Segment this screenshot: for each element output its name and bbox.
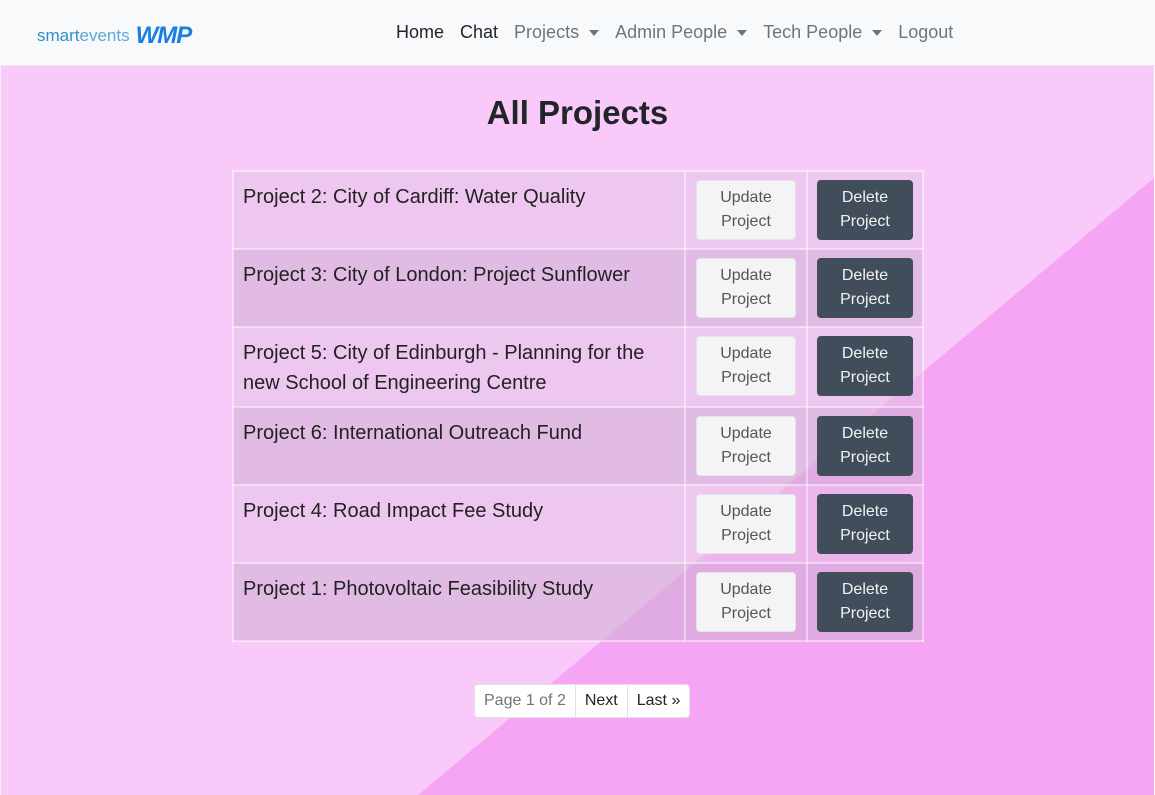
pagination-current: Page 1 of 2 bbox=[484, 692, 566, 709]
update-project-button[interactable]: Update Project bbox=[696, 494, 796, 554]
main-content: All Projects Project 2: City of Cardiff:… bbox=[0, 66, 1154, 795]
delete-project-button[interactable]: Delete Project bbox=[816, 494, 913, 554]
project-name: Project 5: City of Edinburgh - Planning … bbox=[243, 342, 645, 394]
brand-wmp: WMP bbox=[135, 22, 193, 49]
nav-admin-people-dropdown[interactable]: Admin People bbox=[607, 22, 755, 43]
top-navbar: smartevents WMP Home Chat Projects Admin … bbox=[0, 0, 1155, 66]
update-cell: Update Project bbox=[684, 248, 808, 328]
table-row: Project 6: International Outreach Fund Up… bbox=[231, 406, 925, 486]
chevron-down-icon bbox=[589, 29, 600, 36]
table-row: Project 2: City of Cardiff: Water Qualit… bbox=[231, 170, 925, 250]
project-name: Project 1: Photovoltaic Feasibility Stud… bbox=[243, 578, 594, 600]
table-row: Project 4: Road Impact Fee Study Update P… bbox=[231, 484, 925, 564]
nav-logout[interactable]: Logout bbox=[890, 22, 961, 43]
update-cell: Update Project bbox=[684, 170, 808, 250]
project-name-cell: Project 5: City of Edinburgh - Planning … bbox=[231, 326, 687, 408]
table-row: Project 1: Photovoltaic Feasibility Stud… bbox=[231, 562, 925, 642]
nav-menu: Home Chat Projects Admin People Tech Peo… bbox=[388, 22, 961, 43]
update-project-button[interactable]: Update Project bbox=[696, 416, 796, 476]
table-row: Project 3: City of London: Project Sunfl… bbox=[231, 248, 925, 328]
update-cell: Update Project bbox=[684, 562, 808, 642]
pagination-last[interactable]: Last » bbox=[626, 685, 690, 717]
nav-tech-people-label: Tech People bbox=[763, 22, 863, 42]
chevron-down-icon bbox=[872, 29, 883, 36]
nav-chat[interactable]: Chat bbox=[452, 22, 506, 43]
delete-cell: Delete Project bbox=[805, 248, 925, 328]
nav-tech-people-dropdown[interactable]: Tech People bbox=[755, 22, 890, 43]
delete-cell: Delete Project bbox=[805, 484, 925, 564]
brand-smart: smart bbox=[37, 26, 80, 45]
page-title: All Projects bbox=[486, 94, 669, 131]
project-name: Project 3: City of London: Project Sunfl… bbox=[243, 264, 630, 286]
brand-events: events bbox=[79, 26, 130, 45]
nav-projects-dropdown[interactable]: Projects bbox=[506, 22, 607, 43]
update-cell: Update Project bbox=[684, 406, 808, 486]
projects-table-body: Project 2: City of Cardiff: Water Qualit… bbox=[231, 170, 925, 642]
project-name-cell: Project 6: International Outreach Fund bbox=[231, 406, 687, 486]
update-project-button[interactable]: Update Project bbox=[696, 258, 796, 318]
delete-cell: Delete Project bbox=[805, 326, 925, 408]
projects-table: Project 2: City of Cardiff: Water Qualit… bbox=[231, 170, 925, 642]
chevron-down-icon bbox=[737, 29, 748, 36]
project-name: Project 6: International Outreach Fund bbox=[243, 422, 583, 444]
delete-project-button[interactable]: Delete Project bbox=[816, 258, 913, 318]
delete-cell: Delete Project bbox=[805, 562, 925, 642]
pagination: Page 1 of 2 Next Last » bbox=[474, 684, 691, 718]
update-project-button[interactable]: Update Project bbox=[696, 572, 796, 632]
update-cell: Update Project bbox=[684, 484, 808, 564]
update-cell: Update Project bbox=[684, 326, 808, 408]
update-project-button[interactable]: Update Project bbox=[696, 180, 796, 240]
delete-project-button[interactable]: Delete Project bbox=[816, 336, 913, 396]
table-row: Project 5: City of Edinburgh - Planning … bbox=[231, 326, 925, 408]
delete-project-button[interactable]: Delete Project bbox=[816, 416, 913, 476]
delete-project-button[interactable]: Delete Project bbox=[816, 180, 913, 240]
nav-admin-people-label: Admin People bbox=[615, 22, 728, 42]
brand-logo[interactable]: smartevents WMP bbox=[37, 20, 193, 49]
delete-cell: Delete Project bbox=[805, 406, 925, 486]
project-name-cell: Project 4: Road Impact Fee Study bbox=[231, 484, 687, 564]
project-name: Project 4: Road Impact Fee Study bbox=[243, 500, 544, 522]
delete-cell: Delete Project bbox=[805, 170, 925, 250]
project-name: Project 2: City of Cardiff: Water Qualit… bbox=[243, 186, 586, 208]
delete-project-button[interactable]: Delete Project bbox=[816, 572, 913, 632]
update-project-button[interactable]: Update Project bbox=[696, 336, 796, 396]
nav-home[interactable]: Home bbox=[388, 22, 452, 43]
project-name-cell: Project 2: City of Cardiff: Water Qualit… bbox=[231, 170, 687, 250]
project-name-cell: Project 1: Photovoltaic Feasibility Stud… bbox=[231, 562, 687, 642]
project-name-cell: Project 3: City of London: Project Sunfl… bbox=[231, 248, 687, 328]
pagination-next[interactable]: Next bbox=[574, 685, 627, 717]
nav-projects-label: Projects bbox=[514, 22, 580, 42]
